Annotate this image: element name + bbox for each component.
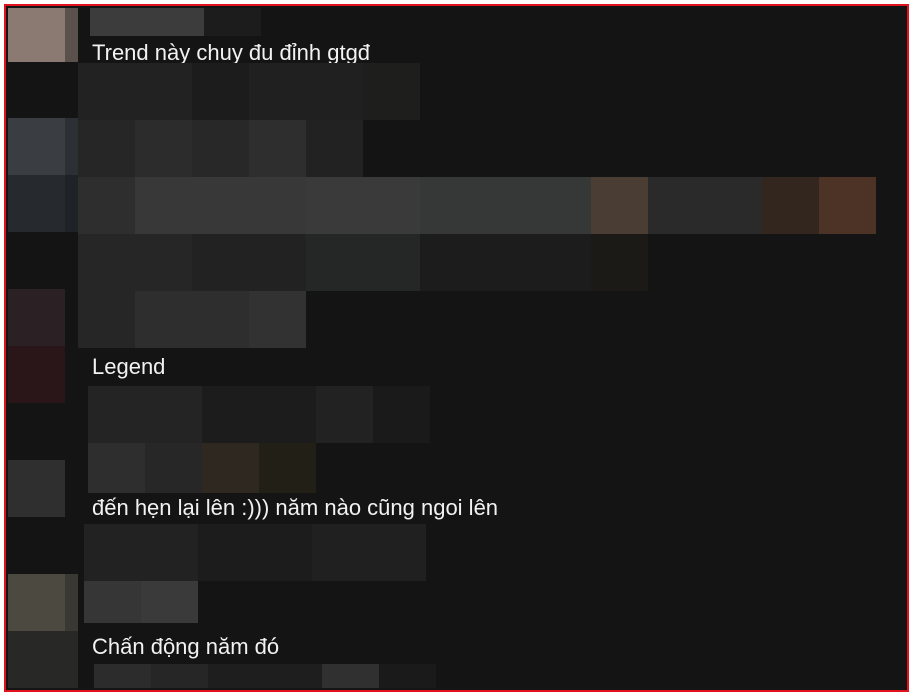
blurred-content	[135, 177, 306, 234]
blurred-content	[249, 63, 363, 120]
blurred-content	[78, 291, 135, 348]
blurred-content	[306, 234, 420, 291]
blurred-content	[202, 386, 316, 443]
avatar	[8, 8, 65, 62]
blurred-content	[192, 234, 306, 291]
blurred-content	[819, 177, 876, 234]
blurred-content	[84, 524, 198, 581]
blurred-content	[648, 177, 762, 234]
blurred-content	[94, 664, 151, 688]
blurred-content	[198, 524, 312, 581]
blurred-content	[78, 63, 192, 120]
comment-text: đến hẹn lại lên :))) năm nào cũng ngoi l…	[92, 495, 499, 520]
avatar	[8, 460, 65, 517]
blurred-content	[249, 120, 306, 177]
blurred-content	[78, 177, 135, 234]
blurred-content	[192, 120, 249, 177]
blurred-content	[90, 8, 204, 36]
blurred-content	[373, 386, 430, 443]
blurred-content	[78, 234, 192, 291]
avatar	[8, 631, 78, 688]
avatar	[65, 118, 78, 175]
avatar	[8, 175, 65, 232]
blurred-content	[145, 443, 202, 493]
blurred-content	[420, 234, 591, 291]
blurred-content	[208, 664, 322, 688]
avatar	[8, 118, 65, 175]
blurred-content	[306, 177, 420, 234]
blurred-content	[135, 120, 192, 177]
blurred-content	[316, 386, 373, 443]
avatar	[8, 574, 65, 631]
avatar	[65, 574, 78, 631]
blurred-content	[192, 63, 249, 120]
blurred-content	[135, 291, 249, 348]
avatar	[8, 346, 65, 403]
blurred-content	[88, 386, 202, 443]
blurred-content	[141, 581, 198, 623]
blurred-content	[591, 234, 648, 291]
blurred-content	[259, 443, 316, 493]
blurred-content	[84, 581, 141, 623]
blurred-content	[322, 664, 379, 688]
comment-text: Chấn động năm đó	[92, 634, 280, 659]
avatar	[8, 289, 65, 346]
avatar	[65, 8, 78, 62]
screenshot-frame: Trend này chuy đu đỉnh gtgđ Legend đến h…	[4, 4, 909, 692]
comment-feed: Trend này chuy đu đỉnh gtgđ Legend đến h…	[8, 8, 905, 688]
blurred-content	[78, 120, 135, 177]
blurred-content	[591, 177, 648, 234]
blurred-content	[204, 8, 261, 36]
blurred-content	[306, 120, 363, 177]
avatar-column	[8, 8, 78, 688]
blurred-content	[151, 664, 208, 688]
blurred-content	[762, 177, 819, 234]
blurred-content	[379, 664, 436, 688]
blurred-content	[312, 524, 426, 581]
blurred-content	[88, 443, 145, 493]
blurred-content	[420, 177, 591, 234]
comment-text: Legend	[92, 354, 166, 379]
blurred-content	[249, 291, 306, 348]
blurred-content	[363, 63, 420, 120]
blurred-content	[202, 443, 259, 493]
avatar	[65, 175, 78, 232]
